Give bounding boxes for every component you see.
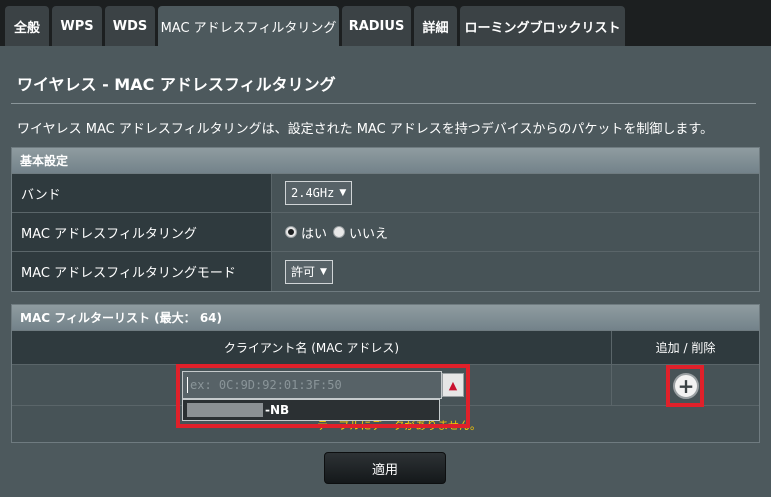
basic-settings-table: 基本設定 バンド 2.4GHz ▼ MAC アドレスフィルタリング はい いいえ… [11,147,760,292]
chevron-down-icon: ▼ [320,266,327,277]
mac-filter-list-header: MAC フィルターリスト (最大： 64) [12,305,759,331]
tab-bar: 全般 WPS WDS MAC アドレスフィルタリング RADIUS 詳細 ローミ… [0,0,771,46]
input-highlight-box [176,364,470,428]
band-row: バンド 2.4GHz ▼ [12,174,759,213]
tab-wps[interactable]: WPS [52,6,102,46]
page-description: ワイヤレス MAC アドレスフィルタリングは、設定された MAC アドレスを持つ… [17,122,714,137]
radio-no-label: いいえ [349,226,389,242]
band-label: バンド [12,174,272,212]
basic-settings-header: 基本設定 [12,148,759,174]
mac-list-column-headers: クライアント名 (MAC アドレス) 追加 / 削除 [12,331,759,365]
mode-select[interactable]: 許可 ▼ [285,259,333,284]
column-client-name: クライアント名 (MAC アドレス) [12,331,612,364]
mode-select-value: 許可 [291,265,316,279]
page-title: ワイヤレス - MAC アドレスフィルタリング [17,75,336,94]
mac-filter-label: MAC アドレスフィルタリング [12,213,272,251]
tab-radius[interactable]: RADIUS [342,6,411,46]
band-select-value: 2.4GHz [291,186,335,200]
radio-yes[interactable] [285,226,297,238]
tab-general[interactable]: 全般 [5,6,49,46]
title-divider [11,103,756,104]
chevron-down-icon: ▼ [339,188,347,198]
band-select[interactable]: 2.4GHz ▼ [285,181,353,205]
apply-button[interactable]: 適用 [324,452,446,484]
tab-advanced[interactable]: 詳細 [414,6,457,46]
mac-filter-mode-label: MAC アドレスフィルタリングモード [12,252,272,291]
mac-filter-mode-row: MAC アドレスフィルタリングモード 許可 ▼ [12,252,759,291]
tab-roaming-block-list[interactable]: ローミングブロックリスト [460,6,625,46]
add-button-highlight-box [666,365,704,407]
tab-mac-filter[interactable]: MAC アドレスフィルタリング [158,6,339,46]
radio-no[interactable] [333,226,346,238]
column-add-delete: 追加 / 削除 [655,341,716,355]
tab-wds[interactable]: WDS [105,6,155,46]
radio-yes-label: はい [301,226,328,242]
mac-filter-row: MAC アドレスフィルタリング はい いいえ [12,213,759,252]
main-panel: ワイヤレス - MAC アドレスフィルタリング ワイヤレス MAC アドレスフィ… [0,46,771,497]
